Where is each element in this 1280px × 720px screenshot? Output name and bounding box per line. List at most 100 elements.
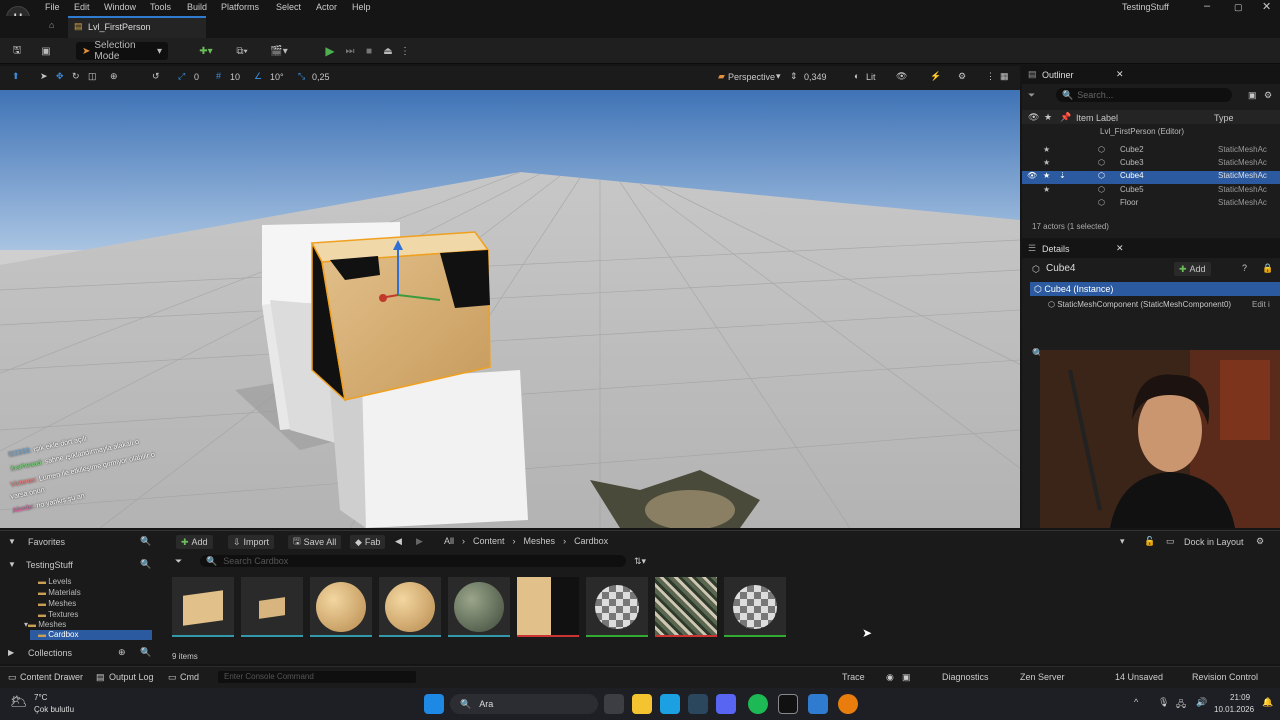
back-icon[interactable]: ◀: [395, 536, 402, 547]
vscode-icon[interactable]: [808, 694, 828, 714]
outliner-search-input[interactable]: 🔍 Search...: [1056, 88, 1232, 102]
layout-grid-icon[interactable]: ▦: [1000, 71, 1009, 82]
rotation-snap-value[interactable]: 10°: [270, 72, 284, 82]
grid-icon[interactable]: #: [216, 71, 221, 81]
folder-materials[interactable]: ▬ Materials: [38, 588, 81, 597]
menu-build[interactable]: Build: [187, 2, 207, 12]
zen-server-button[interactable]: Zen Server: [1020, 672, 1065, 682]
menu-platforms[interactable]: Platforms: [221, 2, 259, 12]
steam-icon[interactable]: [688, 694, 708, 714]
trace-dropdown[interactable]: Trace: [842, 672, 865, 682]
settings-gear-icon[interactable]: ⚙: [1264, 90, 1272, 101]
outliner-root-row[interactable]: Lvl_FirstPerson (Editor): [1022, 127, 1280, 140]
outliner-row-floor[interactable]: ⬡ Floor StaticMeshAc: [1022, 198, 1280, 211]
asset-thumbnail[interactable]: [586, 577, 648, 637]
task-view-icon[interactable]: [604, 694, 624, 714]
stop-icon[interactable]: ■: [362, 42, 376, 60]
cinematics-icon[interactable]: 🎬▾: [268, 42, 290, 60]
scale-snap-icon[interactable]: ⤡: [298, 71, 305, 82]
revision-control-button[interactable]: Revision Control: [1192, 672, 1258, 682]
column-type[interactable]: Type: [1214, 113, 1234, 123]
translate-snap-value[interactable]: 0: [194, 72, 199, 82]
lock-icon[interactable]: 🔒: [1262, 263, 1273, 274]
unsaved-button[interactable]: 14 Unsaved: [1115, 672, 1163, 682]
more-options-icon[interactable]: ⋮: [986, 71, 995, 82]
help-icon[interactable]: ?: [1242, 263, 1247, 273]
network-icon[interactable]: 🖧: [1176, 697, 1186, 713]
outliner-row-cube5[interactable]: ★ ⬡ Cube5 StaticMeshAc: [1022, 185, 1280, 198]
outliner-row-cube2[interactable]: ★ ⬡ Cube2 StaticMeshAc: [1022, 145, 1280, 158]
add-folder-icon[interactable]: ▣: [1248, 90, 1257, 101]
menu-edit[interactable]: Edit: [74, 2, 90, 12]
component-row[interactable]: ⬡ StaticMeshComponent (StaticMeshCompone…: [1048, 300, 1231, 309]
discord-icon[interactable]: [716, 694, 736, 714]
import-button[interactable]: ⇩ Import: [228, 535, 275, 549]
scale-tool-icon[interactable]: ◫: [88, 71, 97, 82]
microphone-icon[interactable]: 🎙: [1158, 697, 1169, 708]
filter-icon[interactable]: ⏷: [1028, 90, 1035, 101]
breadcrumb-item[interactable]: Content: [473, 536, 505, 546]
asset-thumbnail[interactable]: [172, 577, 234, 637]
settings-gear-icon[interactable]: ⚙: [958, 71, 966, 82]
content-drawer-button[interactable]: Content Drawer: [20, 672, 83, 682]
folder-textures[interactable]: ▬ Textures: [38, 610, 78, 619]
forward-icon[interactable]: ▶: [416, 536, 423, 547]
weather-temp[interactable]: 7°C: [34, 693, 47, 702]
cmd-dropdown[interactable]: Cmd: [180, 672, 199, 682]
lighting-dropdown[interactable]: Lit: [866, 72, 876, 82]
chevron-down-icon[interactable]: ▾: [1120, 536, 1125, 547]
weather-desc[interactable]: Çok bulutlu: [34, 705, 74, 714]
asset-thumbnail[interactable]: [517, 577, 579, 637]
folder-meshes-expanded[interactable]: ▾▬ Meshes: [24, 620, 66, 629]
selection-mode-dropdown[interactable]: ➤ Selection Mode ▾: [76, 40, 168, 62]
edit-link[interactable]: Edit i: [1252, 300, 1270, 309]
search-icon[interactable]: 🔍: [140, 536, 151, 547]
file-explorer-icon[interactable]: [632, 694, 652, 714]
visibility-icon[interactable]: 👁: [1027, 171, 1037, 180]
clock-date[interactable]: 10.01.2026: [1214, 705, 1254, 714]
add-button[interactable]: ✚ Add: [176, 535, 213, 549]
volume-icon[interactable]: 🔊: [1196, 697, 1207, 708]
add-component-button[interactable]: ✚ Add: [1174, 262, 1211, 276]
menu-select[interactable]: Select: [276, 2, 301, 12]
project-root-label[interactable]: TestingStuff: [26, 560, 73, 570]
grid-snap-value[interactable]: 10: [230, 72, 240, 82]
save-icon[interactable]: 🖫: [10, 42, 24, 60]
add-collection-icon[interactable]: ⊕: [118, 647, 126, 658]
search-icon[interactable]: 🔍: [140, 647, 151, 658]
sort-icon[interactable]: ⇅▾: [634, 556, 646, 567]
asset-thumbnail[interactable]: [655, 577, 717, 637]
close-window-icon[interactable]: ✕: [1262, 0, 1271, 13]
fab-button[interactable]: ◆ Fab: [350, 535, 386, 549]
collapse-arrow-icon[interactable]: ▶: [8, 648, 14, 657]
effects-icon[interactable]: ⚡: [930, 71, 941, 82]
menu-file[interactable]: File: [45, 2, 60, 12]
surface-snap-icon[interactable]: ↺: [152, 71, 160, 82]
record-icon[interactable]: ◉: [886, 672, 894, 683]
launch-icon[interactable]: ⏏: [380, 42, 396, 60]
tray-chevron-icon[interactable]: ^: [1134, 697, 1138, 707]
unreal-engine-icon[interactable]: [778, 694, 798, 714]
select-tool-icon[interactable]: ➤: [40, 71, 48, 82]
maximize-icon[interactable]: ▢: [1234, 2, 1243, 13]
asset-thumbnail[interactable]: [379, 577, 441, 637]
collections-label[interactable]: Collections: [28, 648, 72, 658]
view-mode-dropdown[interactable]: Perspective: [728, 72, 775, 82]
transform-menu-icon[interactable]: ⬆: [12, 71, 20, 82]
folder-meshes[interactable]: ▬ Meshes: [38, 599, 76, 608]
console-command-input[interactable]: Enter Console Command: [218, 671, 416, 683]
favorites-label[interactable]: Favorites: [28, 537, 65, 547]
edge-icon[interactable]: [660, 694, 680, 714]
selected-object-name[interactable]: Cube4: [1046, 263, 1075, 274]
column-item-label[interactable]: Item Label: [1076, 113, 1118, 123]
home-icon[interactable]: ⌂: [49, 20, 54, 30]
world-space-icon[interactable]: ⊕: [110, 71, 118, 82]
scale-snap-value[interactable]: 0,25: [312, 72, 330, 82]
breadcrumb-item[interactable]: Cardbox: [574, 536, 608, 546]
grid-snap-icon[interactable]: ⤢: [178, 71, 185, 82]
menu-help[interactable]: Help: [352, 2, 371, 12]
outliner-row-cube4[interactable]: 👁 ★ ⇣ ⬡ Cube4 StaticMeshAc: [1022, 171, 1280, 184]
folder-levels[interactable]: ▬ Levels: [38, 577, 71, 586]
camera-speed-value[interactable]: 0,349: [804, 72, 827, 82]
clock-time[interactable]: 21:09: [1230, 693, 1250, 702]
